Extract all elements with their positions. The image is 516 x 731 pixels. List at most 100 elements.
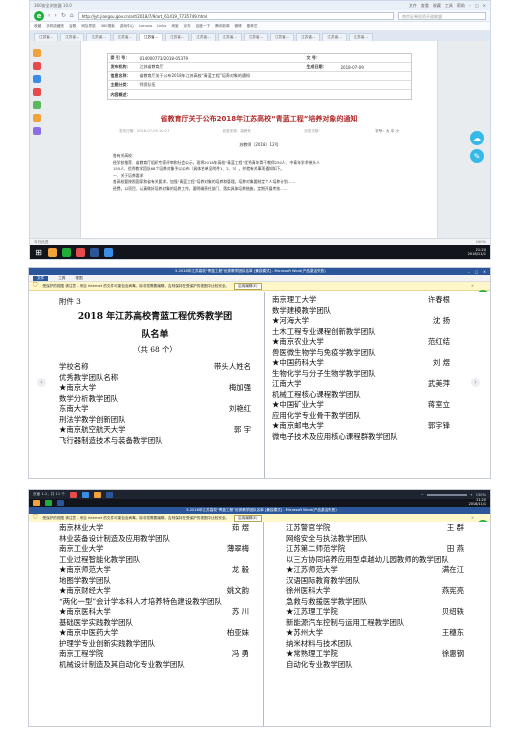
explorer-icon[interactable] [48,247,57,257]
meta-row: 信息名称： 省教育厅关于公布2018年江苏高校“青蓝工程”培养对象的通知 [107,72,411,81]
document-pages: 南京林业大学 茹 煜林业装备设计制造及应用教学团队 南京工业大学 薄翠梅 工业过程智能化… [29,522,490,726]
team-name: 基础医学实践教学团队 [59,617,133,627]
word-icon[interactable] [90,247,99,257]
bookmark-item[interactable]: Lenovo [139,24,152,28]
browser-tab[interactable]: 江苏省... [348,33,373,41]
minimize-icon[interactable]: – [468,270,470,274]
meta-label: 信息名称： [110,73,131,78]
team-name: 自动化专业教学团队 [286,659,353,669]
bookmark-item[interactable]: 网址导航 [81,24,95,29]
bookmark-item[interactable]: 收藏 [34,24,41,29]
zoom-slider[interactable] [426,493,467,496]
video-icon[interactable] [33,88,41,96]
search-input[interactable]: 南京证券投资开放联盟 [398,11,486,20]
bookmark-item[interactable]: 360搜索 [101,24,115,29]
bookmark-item[interactable]: 游戏中心 [120,24,134,29]
chevron-left-icon[interactable]: ‹ [37,378,46,387]
enable-editing-button[interactable]: 启用编辑(E) [234,514,262,522]
close-icon[interactable]: ✕ [483,270,486,274]
school-name: ★南京大学 [59,383,96,392]
mail-icon[interactable] [33,75,41,83]
browser-tab[interactable]: 江苏省... [86,33,111,41]
browser-icon[interactable] [45,500,52,506]
menu-favorites[interactable]: 收藏 [433,3,441,9]
bookmark-item[interactable]: 京东 [184,24,191,29]
zoom-control[interactable]: − + 150% [421,493,490,497]
maximize-icon[interactable]: □ [475,270,478,274]
windows-taskbar: ⊞ 21:20 2018/11/1 [30,245,490,259]
team-entry-school-row: ★南京医科大学 苏 川 [59,607,249,618]
app-icon[interactable] [104,247,113,257]
status-left[interactable]: 今日优选 [34,240,48,245]
close-icon[interactable]: ✕ [471,284,490,288]
browser-tab-active[interactable]: 江苏省... [138,33,164,41]
team-entry-school-row: ★中国药科大学 刘 煜 [272,358,450,369]
bookmark-item[interactable]: 腾讯新闻 [215,24,229,29]
browser-tab[interactable]: 江苏省... [269,33,295,41]
app-icon[interactable] [81,491,89,498]
game-icon[interactable] [33,101,41,109]
browser-tab[interactable]: 江苏省... [34,33,59,41]
menu-help[interactable]: 帮助 [457,3,465,9]
meta-label: 主题分类： [110,82,131,87]
bookmark-item[interactable]: 百度一下 [196,24,210,29]
favorites-icon[interactable] [33,49,41,57]
forward-icon[interactable]: › [54,12,56,19]
word-statusbar: 页面 1-2，共 11 个 − + 150% [29,490,490,499]
close-icon[interactable]: ✕ [483,3,486,9]
news-icon[interactable] [33,114,41,122]
team-entry-school-row: 徐州医科大学 燕宪亮 [286,586,464,597]
enable-editing-button[interactable]: 启用编辑(E) [234,282,262,290]
zoom-level[interactable]: 100% [476,240,486,244]
windows-start-icon[interactable]: ⊞ [34,248,43,257]
team-entry-school-row: 江苏第二师范学院 田 燕 [286,544,464,555]
zoom-out-icon[interactable]: − [421,493,424,497]
browser-icon[interactable] [62,247,71,257]
browser-tab[interactable]: 江苏省... [217,33,242,41]
browser-tab[interactable]: 江苏省... [296,33,321,41]
maximize-icon[interactable]: □ [475,3,479,9]
menu-file[interactable]: 文件 [33,275,49,281]
app-icon[interactable] [33,127,41,135]
bookmark-item[interactable]: 爱奇艺 [247,24,258,29]
font-size-options[interactable]: 大 中 小 [386,129,399,133]
app-icon[interactable] [93,491,101,498]
word-icon[interactable] [105,491,113,498]
browser-tab[interactable]: 江苏省... [322,33,347,41]
bookmark-item[interactable]: 手机收藏夹 [46,24,64,29]
browser-tab[interactable]: 江苏省... [112,33,137,41]
back-icon[interactable]: ‹ [48,12,50,19]
bookmark-item[interactable]: 微博 [234,24,241,29]
url-input[interactable]: http://jyt.jiangsu.gov.cn/art/2018/7/9/a… [77,11,394,20]
chevron-right-icon[interactable]: › [471,378,480,387]
app-icon[interactable] [76,247,85,257]
menu-tools[interactable]: 工具 [58,276,65,281]
leader-name: 徐惠钢 [441,649,464,658]
cloud-icon[interactable]: ☁ [470,131,484,145]
team-name: 数学分析教学团队 [59,393,119,403]
bookmark-item[interactable]: 淘宝 [171,24,178,29]
leader-name: 柏亚妹 [226,628,249,637]
word-icon[interactable] [57,500,64,506]
menu-view[interactable]: 视图 [75,276,82,281]
explorer-icon[interactable] [33,500,40,506]
zoom-in-icon[interactable]: + [470,493,473,497]
browser-tab[interactable]: 江苏省... [60,33,85,41]
app-icon[interactable] [69,491,77,498]
browser-tab[interactable]: 江苏省... [165,33,190,41]
menu-view[interactable]: 查看 [421,3,429,9]
menu-tools[interactable]: 工具 [445,3,453,9]
word-titlebar: 5-2018年江苏高校“青蓝工程”优秀教学团队名单 [兼容模式] - Micro… [29,507,490,514]
home-icon[interactable]: ⌂ [70,12,74,19]
bookmark-item[interactable]: 谷歌 [69,24,76,29]
minimize-icon[interactable]: – [469,3,471,9]
weibo-icon[interactable] [33,62,41,70]
menu-file[interactable]: 文件 [409,3,417,9]
page-divider [264,292,265,478]
refresh-icon[interactable]: ↻ [61,12,66,19]
bookmark-item[interactable]: Links [157,24,166,28]
browser-tab[interactable]: 江苏省... [191,33,216,41]
font-size-control[interactable]: 字号：大 中 小 [375,129,399,134]
browser-tab[interactable]: 江苏省... [243,33,268,41]
chat-icon[interactable]: ✎ [470,149,484,163]
